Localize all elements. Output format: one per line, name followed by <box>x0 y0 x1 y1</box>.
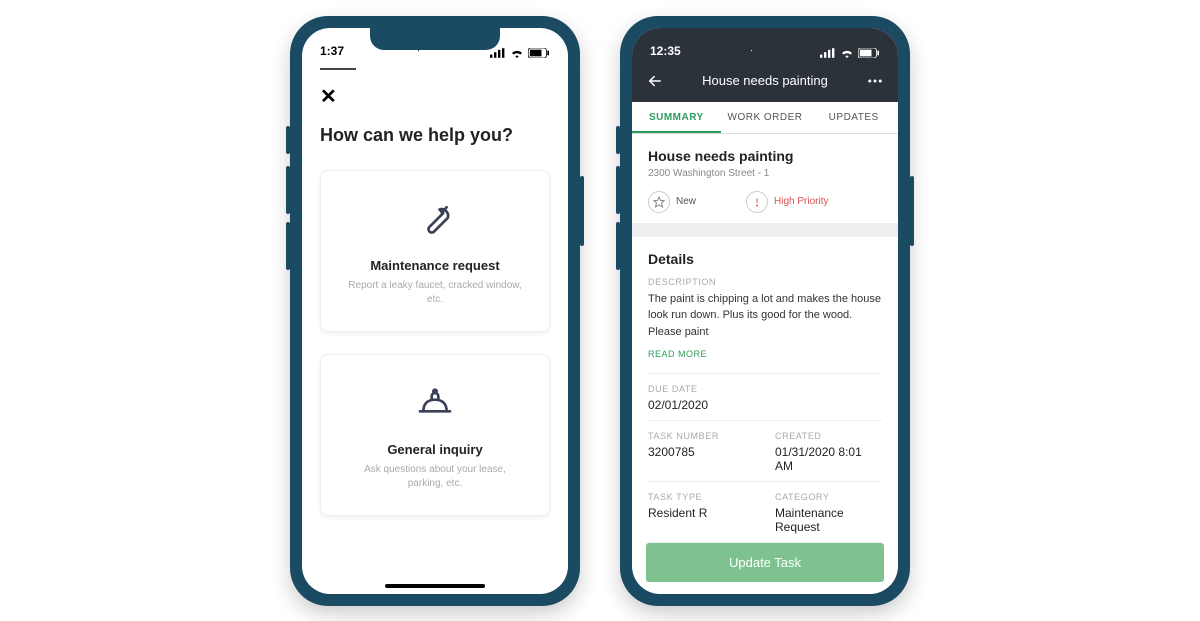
status-time: 12:35 <box>650 44 681 58</box>
read-more-link[interactable]: READ MORE <box>648 349 707 359</box>
phone-frame-right: 12:35 <box>620 16 910 606</box>
value-task-number: 3200785 <box>648 445 755 459</box>
tabs: SUMMARY WORK ORDER UPDATES <box>632 102 898 134</box>
value-task-type: Resident R <box>648 506 755 520</box>
nav-title: House needs painting <box>702 73 828 88</box>
signal-icon <box>490 48 506 58</box>
nav-bar: House needs painting <box>632 60 898 102</box>
page-title: How can we help you? <box>320 125 550 146</box>
label-task-number: TASK NUMBER <box>648 431 755 441</box>
value-due-date: 02/01/2020 <box>648 398 882 412</box>
option-subtitle: Ask questions about your lease, parking,… <box>345 463 525 491</box>
description-text: The paint is chipping a lot and makes th… <box>648 291 882 341</box>
value-created: 01/31/2020 8:01 AM <box>775 445 882 473</box>
alert-icon <box>746 191 768 213</box>
label-category: CATEGORY <box>775 492 882 502</box>
notch <box>700 28 830 50</box>
option-maintenance-request[interactable]: Maintenance request Report a leaky fauce… <box>320 170 550 332</box>
option-title: Maintenance request <box>337 258 533 273</box>
label-due-date: DUE DATE <box>648 384 882 394</box>
home-indicator <box>385 584 485 588</box>
bell-icon <box>337 383 533 428</box>
battery-icon <box>858 48 880 58</box>
status-badge-label: New <box>676 196 696 207</box>
battery-icon <box>528 48 550 58</box>
update-task-button[interactable]: Update Task <box>646 543 884 582</box>
phone1-screen: 1:37 <box>302 28 568 594</box>
wifi-icon <box>840 48 854 58</box>
wrench-icon <box>337 199 533 244</box>
priority-badge-label: High Priority <box>774 196 828 207</box>
option-subtitle: Report a leaky faucet, cracked window, e… <box>345 279 525 307</box>
progress-bar <box>320 68 356 70</box>
phone2-screen: 12:35 <box>632 28 898 594</box>
priority-badge: High Priority <box>746 191 828 213</box>
option-general-inquiry[interactable]: General inquiry Ask questions about your… <box>320 354 550 516</box>
task-title: House needs painting <box>648 148 882 164</box>
value-category: Maintenance Request <box>775 506 882 534</box>
section-divider <box>632 223 898 237</box>
wifi-icon <box>510 48 524 58</box>
tab-summary[interactable]: SUMMARY <box>632 102 721 133</box>
phone-frame-left: 1:37 <box>290 16 580 606</box>
label-description: DESCRIPTION <box>648 277 882 287</box>
option-title: General inquiry <box>337 442 533 457</box>
back-button[interactable] <box>646 72 664 90</box>
task-address: 2300 Washington Street - 1 <box>648 168 882 179</box>
label-created: CREATED <box>775 431 882 441</box>
label-task-type: TASK TYPE <box>648 492 755 502</box>
notch <box>370 28 500 50</box>
status-badge-new: New <box>648 191 696 213</box>
star-icon <box>648 191 670 213</box>
close-button[interactable]: ✕ <box>320 86 337 108</box>
status-time: 1:37 <box>320 44 344 58</box>
more-button[interactable] <box>866 72 884 90</box>
tab-updates[interactable]: UPDATES <box>809 102 898 133</box>
details-heading: Details <box>648 251 882 267</box>
signal-icon <box>820 48 836 58</box>
tab-work-order[interactable]: WORK ORDER <box>721 102 810 133</box>
